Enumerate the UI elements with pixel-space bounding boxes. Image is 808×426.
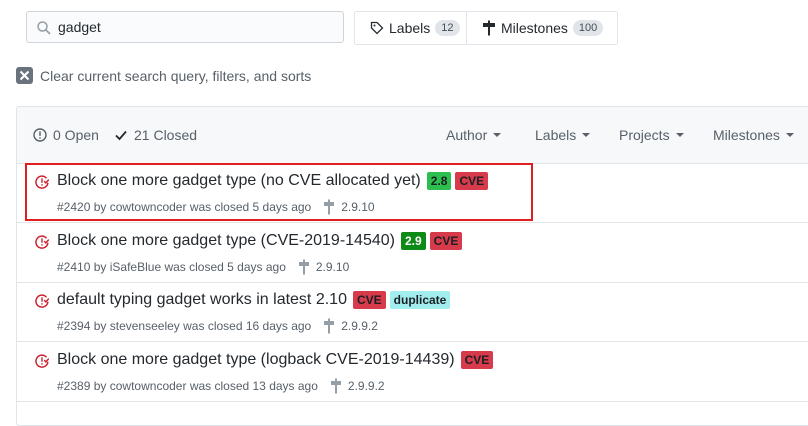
issue-row[interactable]: Block one more gadget type (no CVE alloc… (17, 163, 808, 223)
projects-filter[interactable]: Projects (619, 127, 684, 143)
labels-filter[interactable]: Labels (535, 127, 591, 143)
issue-milestone-label: 2.9.10 (315, 260, 350, 274)
issue-meta: #2389 by cowtowncoder was closed 13 days… (57, 378, 385, 394)
clear-filters-link[interactable]: Clear current search query, filters, and… (16, 67, 311, 84)
issue-label[interactable]: CVE (429, 232, 463, 250)
author-filter[interactable]: Author (446, 127, 502, 143)
issue-status: was closed 13 days ago (189, 379, 318, 393)
issue-author[interactable]: iSafeBlue (110, 260, 161, 274)
issue-label[interactable]: 2.9 (400, 232, 426, 250)
issue-milestone[interactable]: 2.9.9.2 (330, 378, 385, 394)
issue-milestone[interactable]: 2.9.10 (298, 259, 349, 275)
issue-label[interactable]: CVE (460, 351, 494, 369)
milestones-filter-label: Milestones (713, 127, 780, 143)
close-icon (16, 67, 33, 84)
milestone-icon (330, 378, 341, 394)
milestones-button[interactable]: Milestones 100 (466, 11, 618, 45)
issue-author[interactable]: stevenseeley (110, 319, 180, 333)
issue-title[interactable]: Block one more gadget type (logback CVE-… (57, 351, 455, 369)
issues-list: 0 Open 21 Closed Author Labels Projects … (16, 106, 808, 426)
issue-author[interactable]: cowtowncoder (110, 379, 187, 393)
issue-meta: #2420 by cowtowncoder was closed 5 days … (57, 199, 375, 215)
issue-milestone-label: 2.9.9.2 (341, 319, 378, 333)
milestones-count: 100 (572, 20, 604, 36)
labels-filter-label: Labels (535, 127, 577, 143)
issue-title[interactable]: Block one more gadget type (no CVE alloc… (57, 172, 421, 190)
milestone-icon (324, 199, 335, 215)
issue-number: #2394 (57, 319, 91, 333)
issue-closed-icon (35, 175, 50, 194)
issue-milestone-label: 2.9.9.2 (347, 379, 385, 393)
check-icon (115, 130, 127, 141)
milestone-icon (482, 20, 496, 36)
issue-number: #2420 (57, 200, 91, 214)
issue-by: by (93, 260, 107, 274)
issue-status: was closed 5 days ago (189, 200, 312, 214)
search-input[interactable]: gadget (26, 11, 344, 43)
milestone-icon (324, 318, 335, 334)
issue-row[interactable]: Block one more gadget type (CVE-2019-145… (17, 223, 808, 283)
issue-meta: #2410 by iSafeBlue was closed 5 days ago… (57, 259, 349, 275)
caret-down-icon (493, 133, 502, 137)
tag-icon (370, 21, 384, 35)
issue-label[interactable]: CVE (455, 172, 489, 190)
closed-issues-tab[interactable]: 21 Closed (114, 127, 197, 143)
issue-opened-icon (33, 128, 47, 142)
issue-milestone[interactable]: 2.9.9.2 (323, 318, 378, 334)
issue-row[interactable]: default typing gadget works in latest 2.… (17, 282, 808, 342)
issue-closed-icon (35, 235, 50, 254)
caret-down-icon (785, 133, 794, 137)
issue-label[interactable]: 2.8 (426, 172, 452, 190)
closed-count: 21 Closed (134, 127, 198, 143)
search-icon (36, 20, 52, 41)
issue-status: was closed 16 days ago (183, 319, 312, 333)
open-count: 0 Open (53, 127, 99, 143)
issue-closed-icon (35, 294, 50, 313)
issue-closed-icon (35, 354, 50, 373)
issue-label[interactable]: CVE (352, 291, 386, 309)
milestones-filter[interactable]: Milestones (713, 127, 794, 143)
issue-milestone-label: 2.9.10 (341, 200, 375, 214)
issues-list-header: 0 Open 21 Closed Author Labels Projects … (17, 107, 808, 164)
issue-author[interactable]: cowtowncoder (110, 200, 187, 214)
search-value: gadget (58, 19, 101, 35)
caret-down-icon (675, 133, 684, 137)
open-issues-tab[interactable]: 0 Open (33, 127, 99, 143)
milestones-button-label: Milestones (501, 20, 568, 36)
clear-filters-text: Clear current search query, filters, and… (40, 67, 312, 84)
issue-label[interactable]: duplicate (389, 291, 451, 309)
issue-milestone[interactable]: 2.9.10 (323, 199, 375, 215)
issue-by: by (93, 319, 107, 333)
author-filter-label: Author (446, 127, 488, 143)
issue-status: was closed 5 days ago (164, 260, 286, 274)
milestone-icon (298, 259, 309, 275)
issue-row[interactable]: Block one more gadget type (logback CVE-… (17, 342, 808, 402)
issue-title[interactable]: Block one more gadget type (CVE-2019-145… (57, 232, 395, 250)
labels-count: 12 (435, 20, 460, 36)
labels-button[interactable]: Labels 12 (354, 11, 467, 45)
caret-down-icon (582, 133, 591, 137)
issue-number: #2389 (57, 379, 91, 393)
issue-number: #2410 (57, 260, 91, 274)
issue-by: by (93, 200, 107, 214)
issue-by: by (93, 379, 107, 393)
projects-filter-label: Projects (619, 127, 670, 143)
issue-title[interactable]: default typing gadget works in latest 2.… (57, 291, 347, 309)
labels-button-label: Labels (389, 20, 431, 36)
issue-meta: #2394 by stevenseeley was closed 16 days… (57, 318, 378, 334)
